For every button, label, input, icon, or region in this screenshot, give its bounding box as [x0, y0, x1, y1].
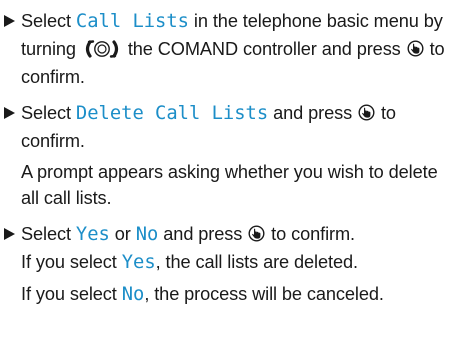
- option-no: No: [121, 283, 145, 305]
- step-text: If you select: [21, 283, 122, 304]
- step-text: the COMAND controller and press: [122, 38, 406, 59]
- prompt-note: A prompt appears asking whether you wish…: [21, 161, 438, 209]
- step-text: and press: [158, 223, 248, 244]
- step-text: to confirm.: [266, 223, 355, 244]
- triangle-right-icon: [4, 8, 17, 35]
- step-text: If you select: [21, 252, 122, 272]
- step-text: or: [109, 223, 136, 244]
- controller-press-icon: [248, 223, 265, 250]
- controller-turn-icon: [83, 39, 121, 58]
- menu-item-call-lists: Call Lists: [75, 11, 189, 32]
- triangle-right-icon: [4, 100, 17, 127]
- cancel-note: If you select No, the process will be ca…: [21, 281, 457, 309]
- step-text: , the process will be canceled.: [144, 283, 384, 304]
- controller-press-icon: [407, 38, 424, 65]
- option-yes: Yes: [121, 252, 156, 273]
- instruction-step-1: Select Call Lists in the telephone basic…: [4, 8, 457, 91]
- instruction-step-2: Select Delete Call Lists and press to co…: [4, 100, 457, 212]
- option-no: No: [135, 223, 159, 245]
- step-text: , the call lists are deleted.: [155, 252, 358, 272]
- option-yes: Yes: [75, 223, 110, 245]
- step-text: Select: [21, 102, 76, 123]
- instruction-page: Select Call Lists in the telephone basic…: [0, 0, 463, 350]
- step-text: and press: [268, 102, 358, 123]
- controller-press-icon: [358, 102, 375, 129]
- step-text: Select: [21, 11, 76, 31]
- triangle-right-icon: [4, 221, 17, 248]
- menu-item-delete-call-lists: Delete Call Lists: [75, 102, 269, 124]
- instruction-step-3: Select Yes or No and press to confirm. If…: [4, 221, 457, 309]
- step-text: Select: [21, 223, 76, 244]
